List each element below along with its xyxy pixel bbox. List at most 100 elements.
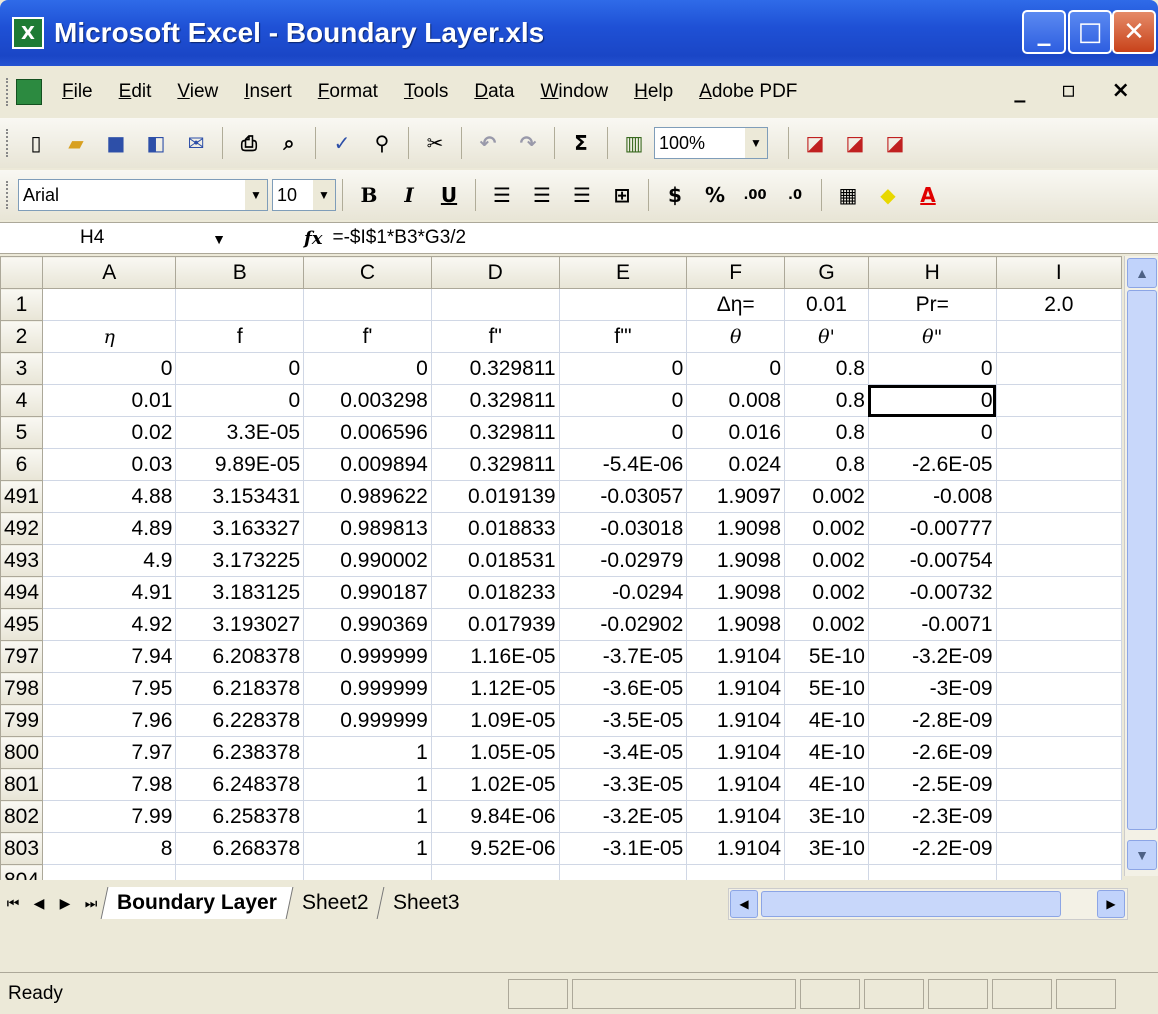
cell-b798[interactable]: 6.218378: [175, 672, 305, 705]
cell-a801[interactable]: 7.98: [42, 768, 177, 801]
cell-h491[interactable]: -0.008: [867, 480, 997, 513]
cell-e5[interactable]: 0: [558, 416, 688, 449]
cell-i799[interactable]: [995, 704, 1122, 737]
cell-h803[interactable]: -2.2E-09: [867, 832, 997, 865]
cell-b799[interactable]: 6.228378: [175, 704, 305, 737]
cell-c495[interactable]: 0.990369: [303, 608, 432, 641]
cell-c797[interactable]: 0.999999: [303, 640, 432, 673]
menu-insert[interactable]: Insert: [244, 81, 292, 103]
cell-i491[interactable]: [995, 480, 1122, 513]
menu-format[interactable]: Format: [318, 81, 378, 103]
cell-i492[interactable]: [995, 512, 1122, 545]
row-header[interactable]: 495: [0, 608, 44, 641]
cell-c6[interactable]: 0.009894: [303, 448, 432, 481]
tab-sheet3[interactable]: Sheet3: [377, 887, 476, 919]
cell-b4[interactable]: 0: [175, 384, 305, 417]
row-header[interactable]: 494: [0, 576, 44, 609]
spelling-icon[interactable]: ✓: [325, 126, 359, 160]
cell-g2[interactable]: θ': [784, 320, 869, 353]
cell-e495[interactable]: -0.02902: [558, 608, 688, 641]
cell-g493[interactable]: 0.002: [784, 544, 869, 577]
cell-e493[interactable]: -0.02979: [558, 544, 688, 577]
cell-e491[interactable]: -0.03057: [558, 480, 688, 513]
cell-c491[interactable]: 0.989622: [303, 480, 432, 513]
cell-d1[interactable]: [430, 288, 560, 321]
cell-g1[interactable]: 0.01: [784, 288, 869, 321]
cell-a4[interactable]: 0.01: [42, 384, 177, 417]
cell-g4[interactable]: 0.8: [784, 384, 869, 417]
vertical-scroll-thumb[interactable]: [1127, 290, 1157, 830]
chevron-down-icon[interactable]: ▼: [313, 180, 335, 210]
cell-i802[interactable]: [995, 800, 1122, 833]
scroll-up-icon[interactable]: ▲: [1127, 258, 1157, 288]
cell-b797[interactable]: 6.208378: [175, 640, 305, 673]
cell-d5[interactable]: 0.329811: [430, 416, 560, 449]
permission-icon[interactable]: ◧: [139, 126, 173, 160]
scroll-down-icon[interactable]: ▼: [1127, 840, 1157, 870]
pdf-review-icon[interactable]: ◪: [878, 126, 912, 160]
column-header-e[interactable]: E: [558, 256, 688, 289]
cell-f798[interactable]: 1.9104: [686, 672, 786, 705]
cell-b491[interactable]: 3.153431: [175, 480, 305, 513]
cell-f802[interactable]: 1.9104: [686, 800, 786, 833]
font-size-select[interactable]: 10 ▼: [272, 179, 336, 211]
cell-f5[interactable]: 0.016: [686, 416, 786, 449]
pdf-create-icon[interactable]: ◪: [798, 126, 832, 160]
cell-b1[interactable]: [175, 288, 305, 321]
column-header-f[interactable]: F: [686, 256, 786, 289]
increase-decimal-icon[interactable]: .00: [738, 178, 772, 212]
cut-icon[interactable]: ✂: [418, 126, 452, 160]
cell-i4[interactable]: [995, 384, 1122, 417]
cell-c798[interactable]: 0.999999: [303, 672, 432, 705]
menu-edit[interactable]: Edit: [119, 81, 152, 103]
cell-g798[interactable]: 5E-10: [784, 672, 869, 705]
fill-color-icon[interactable]: ◆: [871, 178, 905, 212]
cell-a3[interactable]: 0: [42, 352, 177, 385]
row-header[interactable]: 4: [0, 384, 44, 417]
row-header[interactable]: 1: [0, 288, 44, 321]
cell-b5[interactable]: 3.3E-05: [175, 416, 305, 449]
scroll-right-icon[interactable]: ▶: [1097, 890, 1125, 918]
cell-a493[interactable]: 4.9: [42, 544, 177, 577]
row-header[interactable]: 803: [0, 832, 44, 865]
cell-e494[interactable]: -0.0294: [558, 576, 688, 609]
next-sheet-icon[interactable]: ▶: [52, 895, 78, 912]
cell-g804[interactable]: [784, 864, 869, 880]
column-header-g[interactable]: G: [784, 256, 869, 289]
cell-e800[interactable]: -3.4E-05: [558, 736, 688, 769]
cell-b494[interactable]: 3.183125: [175, 576, 305, 609]
cell-d801[interactable]: 1.02E-05: [430, 768, 560, 801]
cell-b801[interactable]: 6.248378: [175, 768, 305, 801]
open-icon[interactable]: ▰: [59, 126, 93, 160]
cell-b802[interactable]: 6.258378: [175, 800, 305, 833]
cell-h6[interactable]: -2.6E-05: [867, 448, 997, 481]
cell-b492[interactable]: 3.163327: [175, 512, 305, 545]
cell-f6[interactable]: 0.024: [686, 448, 786, 481]
chevron-down-icon[interactable]: ▼: [745, 128, 767, 158]
cell-d800[interactable]: 1.05E-05: [430, 736, 560, 769]
previous-sheet-icon[interactable]: ◀: [26, 895, 52, 912]
menu-data[interactable]: Data: [474, 81, 514, 103]
column-header-i[interactable]: I: [995, 256, 1122, 289]
first-sheet-icon[interactable]: ⏮: [0, 895, 26, 912]
row-header[interactable]: 491: [0, 480, 44, 513]
cell-g5[interactable]: 0.8: [784, 416, 869, 449]
cell-i797[interactable]: [995, 640, 1122, 673]
row-header[interactable]: 5: [0, 416, 44, 449]
print-icon[interactable]: ⎙: [232, 126, 266, 160]
cell-c802[interactable]: 1: [303, 800, 432, 833]
menu-adobe-pdf[interactable]: Adobe PDF: [699, 81, 797, 103]
scroll-left-icon[interactable]: ◀: [730, 890, 758, 918]
cell-d4[interactable]: 0.329811: [430, 384, 560, 417]
align-center-icon[interactable]: ☰: [525, 178, 559, 212]
cell-f495[interactable]: 1.9098: [686, 608, 786, 641]
cell-d804[interactable]: [430, 864, 560, 880]
cell-d797[interactable]: 1.16E-05: [430, 640, 560, 673]
cell-f4[interactable]: 0.008: [686, 384, 786, 417]
cell-e797[interactable]: -3.7E-05: [558, 640, 688, 673]
horizontal-scrollbar[interactable]: ◀ ▶: [728, 888, 1128, 920]
cell-i2[interactable]: [995, 320, 1122, 353]
column-header-d[interactable]: D: [430, 256, 560, 289]
cell-a799[interactable]: 7.96: [42, 704, 177, 737]
cell-i3[interactable]: [995, 352, 1122, 385]
